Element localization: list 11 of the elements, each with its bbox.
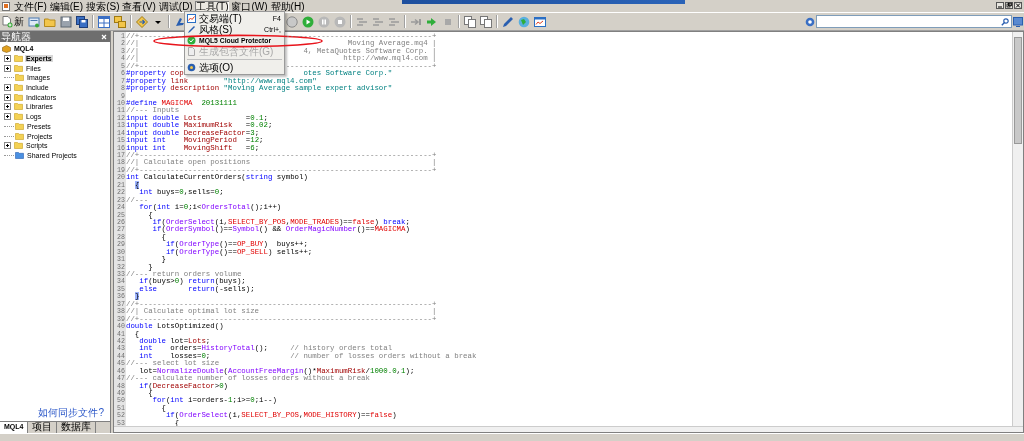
menu-item[interactable]: 文件(F): [13, 0, 48, 12]
menu-item[interactable]: 窗口(W): [230, 0, 269, 12]
menu-item[interactable]: 选项(O): [185, 62, 284, 73]
menu-item[interactable]: 调试(D): [157, 0, 194, 12]
menu-item[interactable]: 帮助(H): [269, 0, 306, 12]
panel-title: 导航器: [1, 31, 31, 42]
menu-item[interactable]: 搜索(S): [85, 0, 121, 12]
menu-item[interactable]: 编辑(E): [48, 0, 85, 12]
sync-files-link[interactable]: 如何同步文件?: [38, 406, 104, 420]
menu-item[interactable]: 查看(V): [121, 0, 157, 12]
new-button[interactable]: 新: [0, 14, 26, 29]
